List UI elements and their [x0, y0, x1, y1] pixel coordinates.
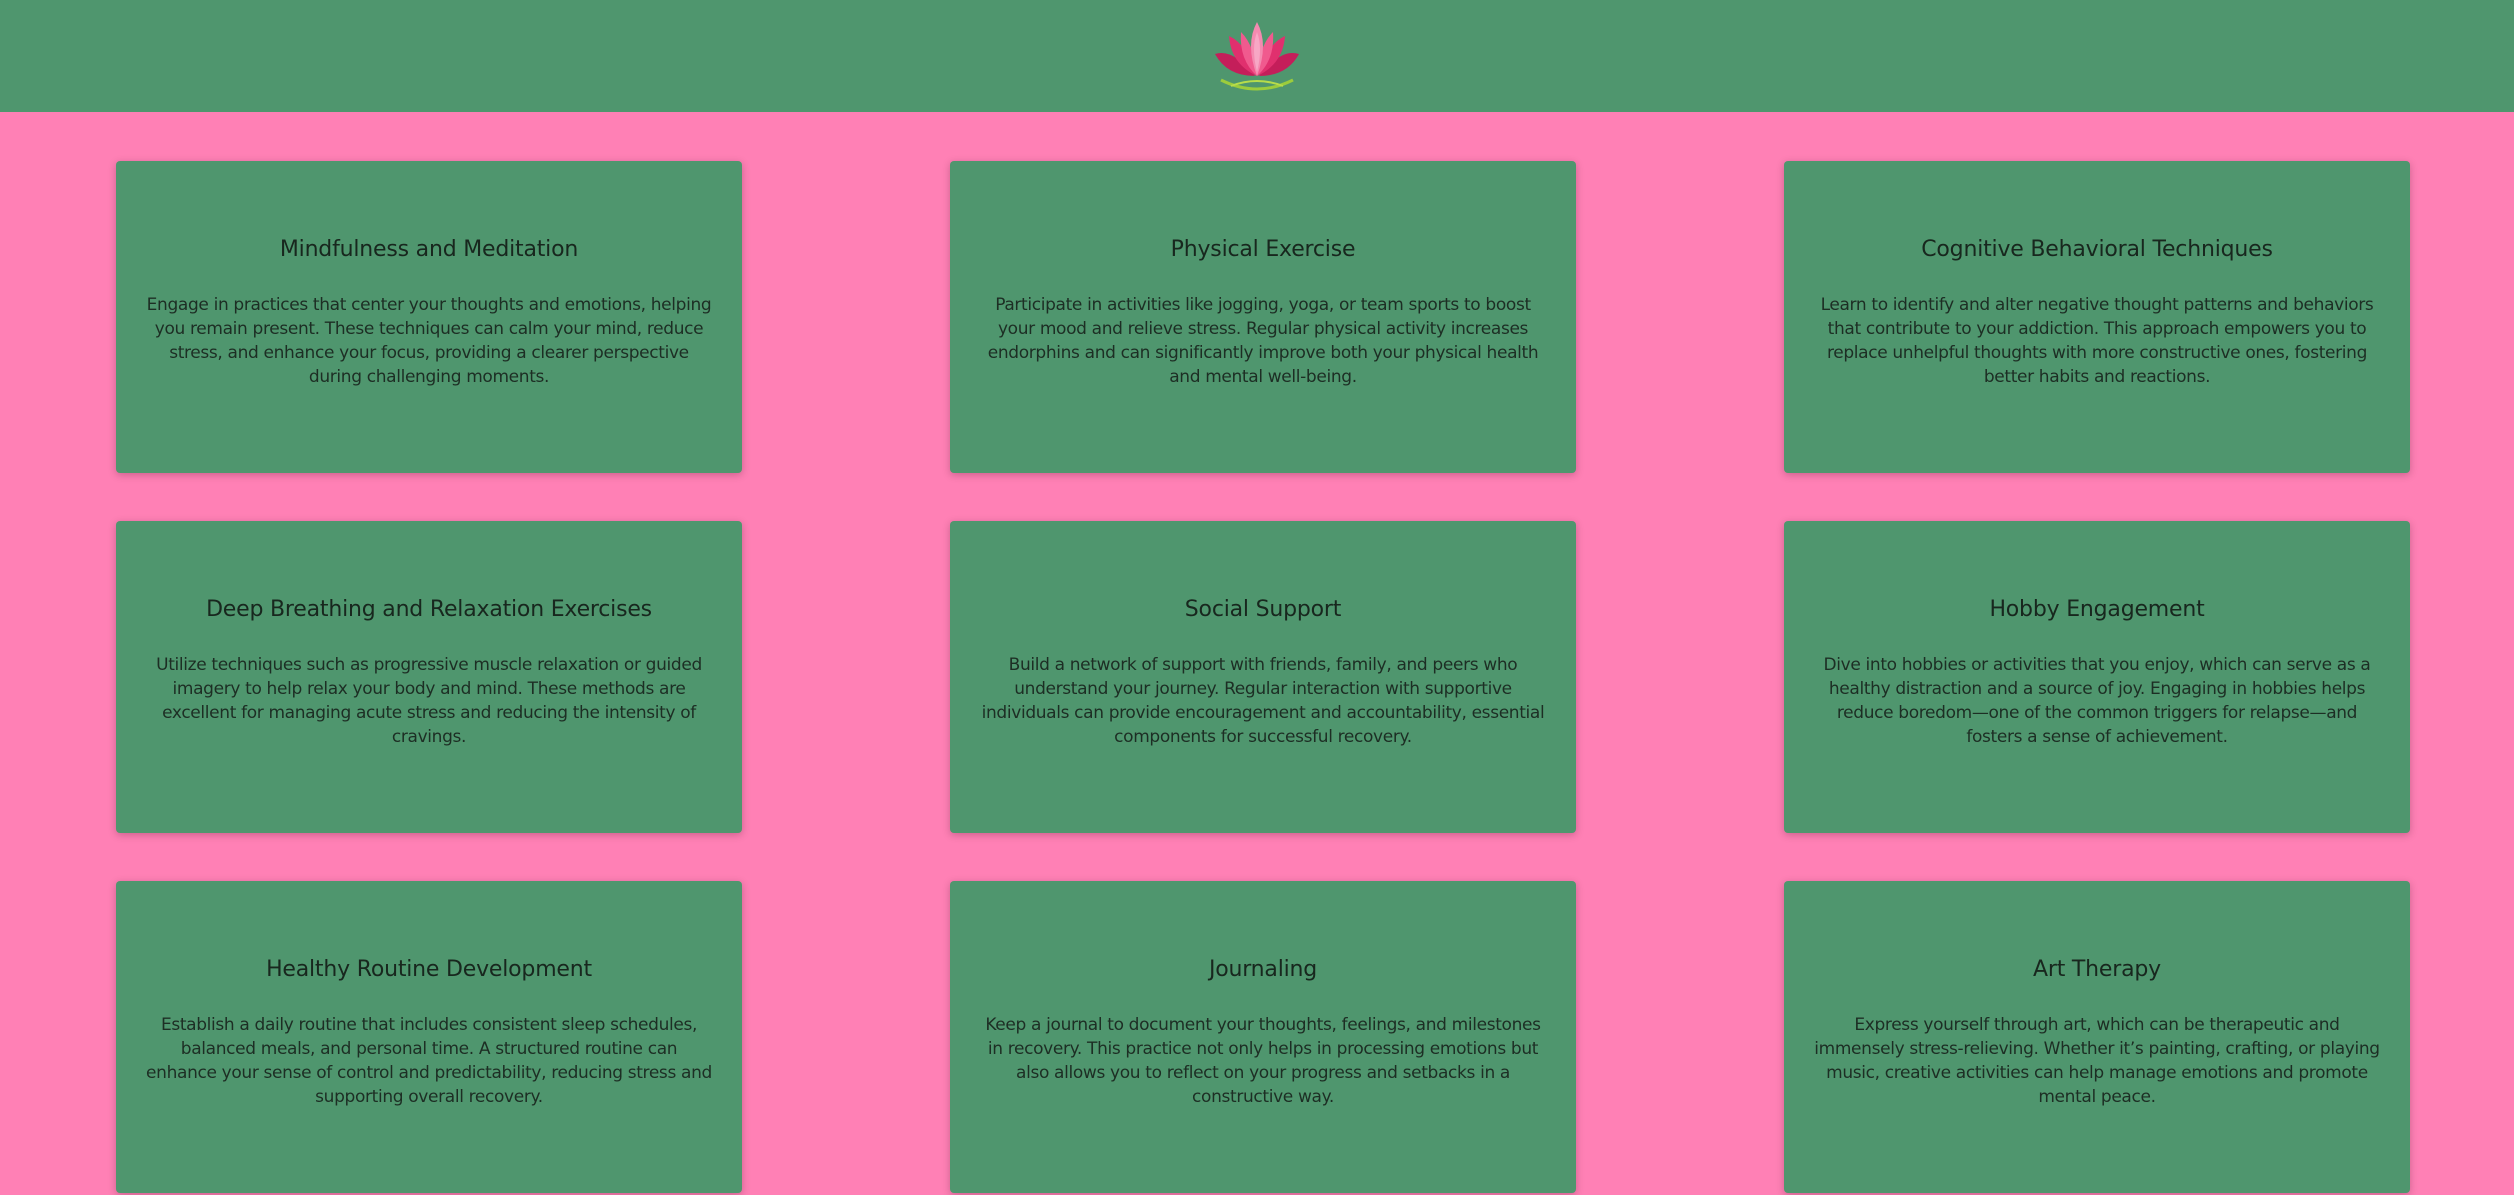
strategy-card: Cognitive Behavioral Techniques Learn to…	[1784, 161, 2410, 473]
card-title: Mindfulness and Meditation	[279, 237, 579, 262]
strategy-card: Hobby Engagement Dive into hobbies or ac…	[1784, 521, 2410, 833]
card-title: Physical Exercise	[1170, 237, 1356, 262]
card-description: Keep a journal to document your thoughts…	[985, 1015, 1541, 1107]
site-header	[0, 0, 2514, 112]
card-description: Utilize techniques such as progressive m…	[156, 655, 702, 747]
card-description: Build a network of support with friends,…	[981, 655, 1545, 747]
card-title: Art Therapy	[2033, 957, 2161, 982]
strategy-card: Physical Exercise Participate in activit…	[950, 161, 1576, 473]
card-description: Establish a daily routine that includes …	[146, 1015, 712, 1107]
card-description: Participate in activities like jogging, …	[987, 295, 1539, 387]
card-title: Deep Breathing and Relaxation Exercises	[206, 597, 652, 622]
card-description: Dive into hobbies or activities that you…	[1823, 655, 2371, 747]
strategy-card: Social Support Build a network of suppor…	[950, 521, 1576, 833]
strategy-card: Art Therapy Express yourself through art…	[1784, 881, 2410, 1193]
card-description: Learn to identify and alter negative tho…	[1820, 295, 2374, 387]
card-description: Express yourself through art, which can …	[1814, 1015, 2380, 1107]
card-title: Journaling	[1208, 957, 1318, 982]
card-title: Social Support	[1184, 597, 1342, 622]
strategy-card: Deep Breathing and Relaxation Exercises …	[116, 521, 742, 833]
coping-strategies-grid: Mindfulness and Meditation Engage in pra…	[116, 161, 2410, 1193]
strategy-card: Mindfulness and Meditation Engage in pra…	[116, 161, 742, 473]
strategy-card: Journaling Keep a journal to document yo…	[950, 881, 1576, 1193]
lotus-flower-icon	[1215, 22, 1299, 91]
strategy-card: Healthy Routine Development Establish a …	[116, 881, 742, 1193]
card-title: Hobby Engagement	[1989, 597, 2205, 622]
card-description: Engage in practices that center your tho…	[146, 295, 712, 387]
card-title: Healthy Routine Development	[266, 957, 592, 982]
card-title: Cognitive Behavioral Techniques	[1921, 237, 2273, 262]
